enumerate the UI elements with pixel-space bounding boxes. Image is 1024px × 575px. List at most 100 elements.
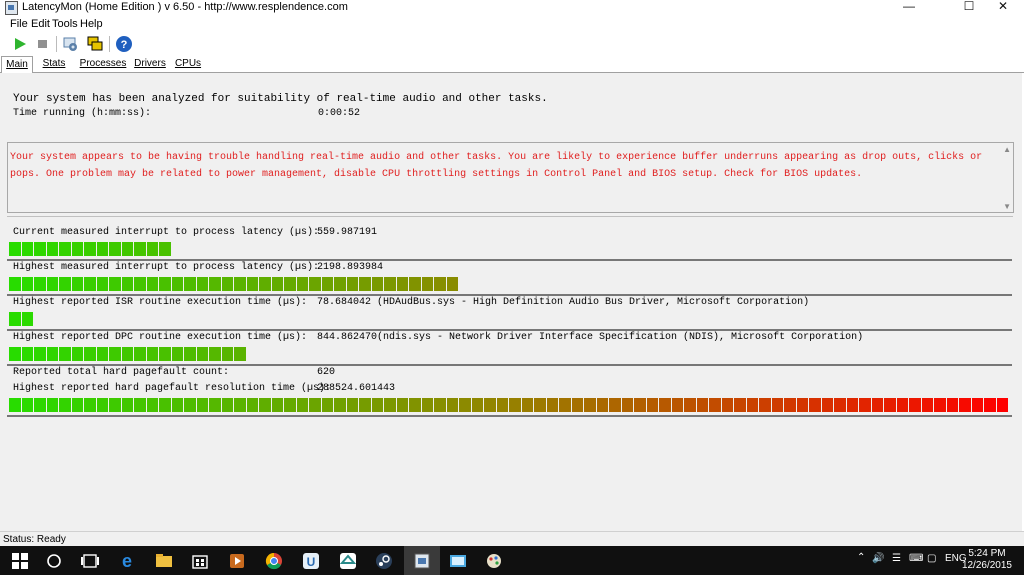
- tab-main[interactable]: Main: [1, 56, 33, 74]
- bar-segment: [296, 277, 308, 291]
- network-icon[interactable]: ☰: [892, 553, 901, 564]
- highest-latency-label: Highest measured interrupt to process la…: [13, 262, 320, 273]
- bar-segment: [159, 398, 171, 412]
- bar-segment: [9, 277, 21, 291]
- bar-segment: [271, 277, 283, 291]
- bar-segment: [121, 242, 133, 256]
- tab-processes[interactable]: Processes: [78, 55, 128, 73]
- bar-segment: [434, 398, 446, 412]
- tab-stats[interactable]: Stats: [36, 55, 72, 73]
- bar-segment: [134, 242, 146, 256]
- bar-segment: [109, 242, 121, 256]
- bar-segment: [121, 277, 133, 291]
- bar-segment: [696, 398, 708, 412]
- warning-text: Your system appears to be having trouble…: [10, 152, 983, 180]
- dpc-time-bar: [9, 347, 246, 361]
- keyboard-icon[interactable]: ⌨: [909, 553, 923, 564]
- status-bar: Status: Ready: [0, 531, 1024, 547]
- app-paint-icon[interactable]: [484, 551, 504, 571]
- windows-start-icon[interactable]: [10, 551, 30, 571]
- chrome-icon[interactable]: [264, 551, 284, 571]
- steam-icon[interactable]: [374, 551, 394, 571]
- bar-segment: [159, 277, 171, 291]
- task-view-icon[interactable]: [80, 551, 100, 571]
- bar-segment: [109, 277, 121, 291]
- store-icon[interactable]: [190, 551, 210, 571]
- menu-file[interactable]: File: [10, 18, 28, 30]
- menu-tools[interactable]: Tools: [52, 18, 78, 30]
- dpc-time-value: 844.862470: [317, 332, 378, 343]
- taskbar-clock[interactable]: 5:24 PM 12/26/2015: [962, 548, 1012, 572]
- bar-segment: [109, 398, 121, 412]
- close-button[interactable]: ✕: [980, 0, 1024, 14]
- bar-segment: [534, 398, 546, 412]
- bar-segment: [709, 398, 721, 412]
- bar-segment: [634, 398, 646, 412]
- tray-chevron-icon[interactable]: ⌃: [857, 552, 865, 563]
- bar-segment: [171, 277, 183, 291]
- bar-segment: [46, 277, 58, 291]
- svg-text:?: ?: [121, 39, 128, 51]
- windows-icon[interactable]: [86, 35, 104, 53]
- bar-segment: [146, 277, 158, 291]
- bar-segment: [934, 398, 946, 412]
- bar-segment: [109, 347, 121, 361]
- bar-segment: [659, 398, 671, 412]
- tab-cpus[interactable]: CPUs: [173, 55, 203, 73]
- analysis-text: Your system has been analyzed for suitab…: [13, 93, 548, 105]
- bar-segment: [284, 398, 296, 412]
- isr-time-label: Highest reported ISR routine execution t…: [13, 297, 308, 308]
- pagefault-time-label: Highest reported hard pagefault resoluti…: [13, 383, 332, 394]
- main-panel: Your system has been analyzed for suitab…: [0, 73, 1022, 531]
- app-window-icon[interactable]: [448, 551, 468, 571]
- gear-icon[interactable]: [62, 35, 80, 53]
- bar-segment: [196, 347, 208, 361]
- bar-segment: [21, 347, 33, 361]
- taskbar: e U ⌃ 🔊 ☰ ⌨ ▢ ENG 5:24 PM 12/26/2015: [0, 546, 1024, 575]
- tab-strip: Main Stats Processes Drivers CPUs: [0, 55, 1024, 74]
- volume-icon[interactable]: 🔊: [872, 553, 884, 564]
- bar-segment: [84, 277, 96, 291]
- bar-segment: [96, 347, 108, 361]
- separator-line: [7, 329, 1012, 331]
- bar-segment: [746, 398, 758, 412]
- stop-icon[interactable]: [34, 35, 52, 53]
- minimize-button[interactable]: —: [886, 0, 932, 14]
- bar-segment: [121, 398, 133, 412]
- app-home-icon[interactable]: [338, 551, 358, 571]
- media-player-icon[interactable]: [227, 551, 247, 571]
- app-u-icon[interactable]: U: [301, 551, 321, 571]
- latencymon-icon[interactable]: [412, 551, 432, 571]
- pagefault-time-value: 288524.601443: [317, 383, 396, 394]
- search-icon[interactable]: [44, 551, 64, 571]
- bar-segment: [271, 398, 283, 412]
- tab-drivers[interactable]: Drivers: [131, 55, 169, 73]
- bar-segment: [321, 277, 333, 291]
- bar-segment: [184, 398, 196, 412]
- bar-segment: [921, 398, 933, 412]
- notifications-icon[interactable]: ▢: [927, 553, 936, 564]
- scroll-up-icon[interactable]: ▲: [1003, 145, 1011, 154]
- bar-segment: [59, 242, 71, 256]
- bar-segment: [721, 398, 733, 412]
- bar-segment: [259, 398, 271, 412]
- bar-segment: [784, 398, 796, 412]
- menu-help[interactable]: Help: [80, 18, 103, 30]
- isr-time-bar: [9, 312, 33, 326]
- bar-segment: [971, 398, 983, 412]
- bar-segment: [446, 398, 458, 412]
- menu-edit[interactable]: Edit: [31, 18, 50, 30]
- folder-icon[interactable]: [154, 551, 174, 571]
- bar-segment: [371, 277, 383, 291]
- pagefault-time-bar: [9, 398, 1008, 412]
- clock-time: 5:24 PM: [968, 548, 1006, 559]
- bar-segment: [159, 347, 171, 361]
- play-icon[interactable]: [11, 35, 29, 53]
- scroll-down-icon[interactable]: ▼: [1003, 202, 1011, 211]
- warning-box[interactable]: Your system appears to be having trouble…: [7, 142, 1014, 213]
- edge-icon[interactable]: e: [117, 551, 137, 571]
- title-bar: LatencyMon (Home Edition ) v 6.50 - http…: [0, 0, 1024, 16]
- bar-segment: [134, 277, 146, 291]
- bar-segment: [309, 398, 321, 412]
- help-icon[interactable]: ?: [115, 35, 133, 53]
